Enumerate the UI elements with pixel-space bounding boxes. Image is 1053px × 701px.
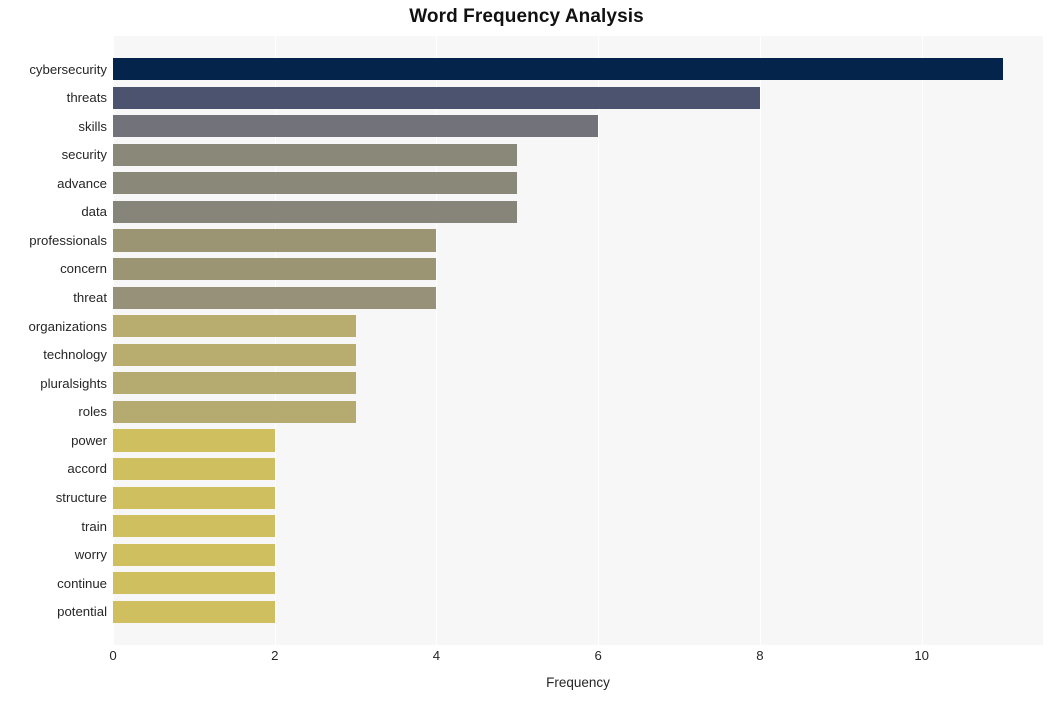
bar-row[interactable] (113, 255, 1043, 284)
y-axis-label-text: professionals (29, 232, 107, 248)
bar-row[interactable] (113, 226, 1043, 255)
bar-data[interactable] (113, 200, 518, 224)
y-axis-label-text: roles (78, 404, 107, 420)
bar-row[interactable] (113, 55, 1043, 84)
bar-row[interactable] (113, 512, 1043, 541)
y-axis-label-power: power (0, 426, 107, 455)
bar-row[interactable] (113, 283, 1043, 312)
y-axis-label-cybersecurity: cybersecurity (0, 55, 107, 84)
bar-technology[interactable] (113, 343, 356, 366)
y-axis-label-accord: accord (0, 455, 107, 484)
bar-pluralsights[interactable] (113, 372, 356, 395)
bar-row[interactable] (113, 83, 1043, 112)
y-axis-label-security: security (0, 141, 107, 170)
y-axis-label-pluralsights: pluralsights (0, 369, 107, 398)
y-axis-label-data: data (0, 198, 107, 227)
y-axis-label-structure: structure (0, 483, 107, 512)
y-axis-label-text: accord (67, 461, 107, 477)
bar-row[interactable] (113, 341, 1043, 370)
bar-threats[interactable] (113, 86, 760, 109)
bar-row[interactable] (113, 369, 1043, 398)
y-axis-label-text: worry (74, 547, 107, 563)
y-axis-label-professionals: professionals (0, 226, 107, 255)
bar-row[interactable] (113, 540, 1043, 569)
x-tick-label-6: 6 (594, 648, 602, 663)
word-frequency-chart-figure: Word Frequency Analysis cybersecurity thr… (0, 0, 1053, 701)
x-axis-tick-labels: 0 2 4 6 8 10 (0, 649, 1053, 671)
y-axis-label-text: skills (78, 118, 107, 134)
bar-row[interactable] (113, 141, 1043, 170)
y-axis-label-text: concern (60, 261, 107, 277)
y-axis-label-text: continue (57, 575, 107, 591)
bar-row[interactable] (113, 598, 1043, 627)
y-axis-label-threats: threats (0, 83, 107, 112)
x-axis-title: Frequency (546, 675, 610, 690)
bar-skills[interactable] (113, 115, 599, 138)
y-axis-label-roles: roles (0, 398, 107, 427)
bar-train[interactable] (113, 515, 275, 538)
bar-cybersecurity[interactable] (113, 58, 1003, 81)
bar-organizations[interactable] (113, 315, 356, 338)
y-axis-category-labels: cybersecurity threats skills security advanc… (0, 36, 107, 645)
y-axis-label-text: cybersecurity (29, 61, 107, 77)
bar-potential[interactable] (113, 600, 275, 623)
bar-accord[interactable] (113, 457, 275, 481)
bar-row[interactable] (113, 112, 1043, 141)
y-axis-label-advance: advance (0, 169, 107, 198)
y-axis-label-text: data (81, 204, 107, 220)
y-axis-label-text: technology (43, 347, 107, 363)
y-axis-label-text: power (71, 432, 107, 448)
y-axis-label-train: train (0, 512, 107, 541)
x-tick-label-10: 10 (914, 648, 930, 663)
y-axis-label-text: threat (73, 290, 107, 306)
bar-worry[interactable] (113, 543, 275, 566)
x-tick-label-0: 0 (109, 648, 117, 663)
y-axis-label-potential: potential (0, 598, 107, 627)
y-axis-label-text: train (81, 518, 107, 534)
y-axis-label-text: threats (66, 90, 107, 106)
y-axis-label-text: potential (57, 604, 107, 620)
bar-threat[interactable] (113, 286, 437, 309)
bar-advance[interactable] (113, 172, 518, 195)
bar-structure[interactable] (113, 486, 275, 509)
y-axis-label-text: advance (57, 175, 107, 191)
bar-concern[interactable] (113, 257, 437, 281)
y-axis-label-text: security (61, 147, 107, 163)
y-axis-label-worry: worry (0, 540, 107, 569)
y-axis-label-threat: threat (0, 283, 107, 312)
y-axis-label-organizations: organizations (0, 312, 107, 341)
bar-row[interactable] (113, 569, 1043, 598)
bar-roles[interactable] (113, 400, 356, 423)
bar-security[interactable] (113, 143, 518, 166)
bar-professionals[interactable] (113, 229, 437, 252)
bar-row[interactable] (113, 483, 1043, 512)
x-tick-label-2: 2 (271, 648, 279, 663)
y-axis-label-technology: technology (0, 341, 107, 370)
y-axis-label-text: structure (55, 489, 107, 505)
bar-row[interactable] (113, 169, 1043, 198)
y-axis-label-text: organizations (28, 318, 107, 334)
bar-row[interactable] (113, 398, 1043, 427)
y-axis-label-concern: concern (0, 255, 107, 284)
x-tick-label-8: 8 (756, 648, 764, 663)
bar-row[interactable] (113, 426, 1043, 455)
bar-power[interactable] (113, 429, 275, 452)
x-tick-label-4: 4 (432, 648, 441, 663)
y-axis-label-skills: skills (0, 112, 107, 141)
chart-title: Word Frequency Analysis (409, 6, 644, 27)
y-axis-label-continue: continue (0, 569, 107, 598)
bar-row[interactable] (113, 312, 1043, 341)
bar-row[interactable] (113, 198, 1043, 227)
bar-row[interactable] (113, 455, 1043, 484)
bars-layer (113, 36, 1043, 645)
bar-continue[interactable] (113, 572, 275, 595)
y-axis-label-text: pluralsights (40, 375, 107, 391)
